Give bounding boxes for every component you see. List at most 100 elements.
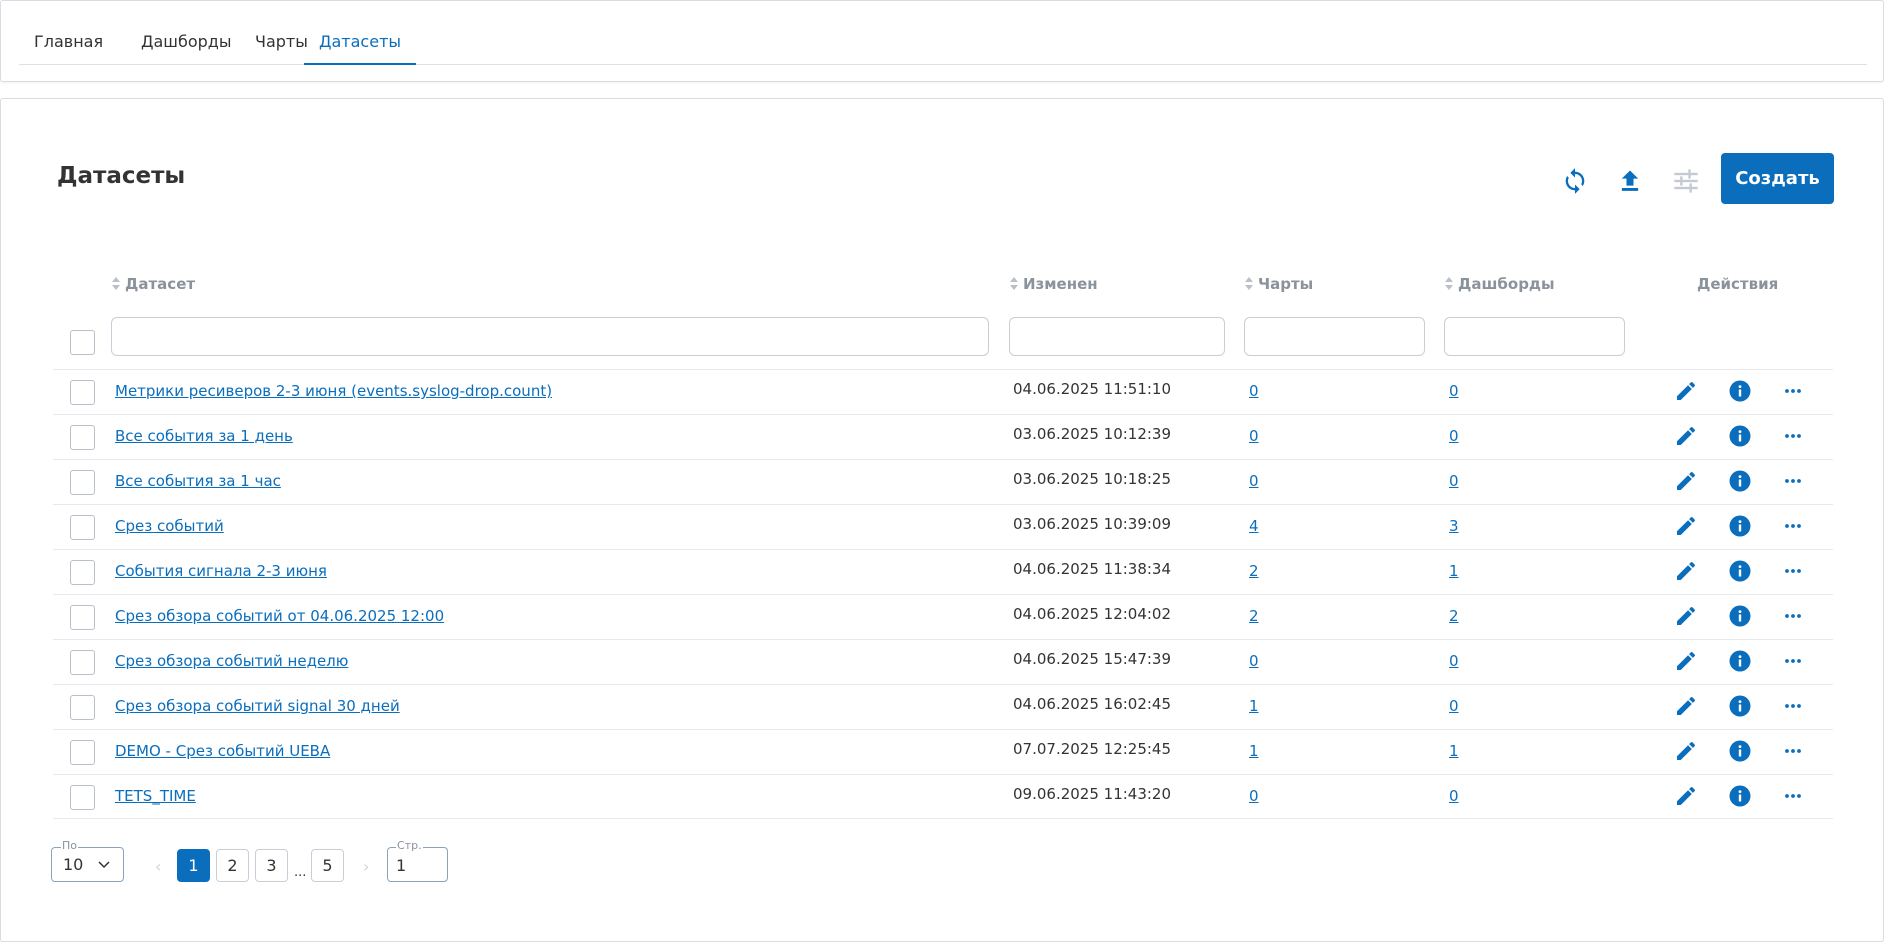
charts-count-link[interactable]: 0 <box>1249 382 1259 400</box>
more-actions-button[interactable] <box>1780 740 1806 766</box>
goto-page-field[interactable]: Стр. <box>387 840 448 882</box>
info-button[interactable] <box>1727 740 1753 766</box>
more-actions-button[interactable] <box>1780 695 1806 721</box>
dataset-name-link[interactable]: TETS_TIME <box>115 787 196 805</box>
info-button[interactable] <box>1727 650 1753 676</box>
more-actions-button[interactable] <box>1780 425 1806 451</box>
dataset-name-link[interactable]: Метрики ресиверов 2-3 июня (events.syslo… <box>115 382 552 400</box>
more-icon <box>1781 604 1805 632</box>
dataset-name-link[interactable]: Все события за 1 час <box>115 472 281 490</box>
info-button[interactable] <box>1727 560 1753 586</box>
create-button[interactable]: Создать <box>1721 153 1834 204</box>
row-checkbox[interactable] <box>70 560 95 585</box>
filter-dataset-input[interactable] <box>111 317 989 356</box>
dashboards-count-link[interactable]: 0 <box>1449 652 1459 670</box>
upload-icon <box>1621 170 1639 191</box>
info-button[interactable] <box>1727 425 1753 451</box>
dashboards-count-link[interactable]: 0 <box>1449 382 1459 400</box>
more-actions-button[interactable] <box>1780 515 1806 541</box>
page-button-1[interactable]: 1 <box>177 849 210 882</box>
tab-home[interactable]: Главная <box>19 23 118 65</box>
edit-button[interactable] <box>1673 560 1699 586</box>
next-page-button[interactable]: › <box>363 857 369 876</box>
page-button-3[interactable]: 3 <box>255 849 288 882</box>
prev-page-button[interactable]: ‹ <box>155 857 161 876</box>
edit-button[interactable] <box>1673 695 1699 721</box>
dashboards-count-link[interactable]: 1 <box>1449 562 1459 580</box>
dataset-name-link[interactable]: Срез событий <box>115 517 224 535</box>
row-checkbox[interactable] <box>70 470 95 495</box>
more-actions-button[interactable] <box>1780 785 1806 811</box>
row-checkbox[interactable] <box>70 695 95 720</box>
edit-button[interactable] <box>1673 515 1699 541</box>
pagination-ellipsis: ... <box>294 865 307 880</box>
dashboards-count-link[interactable]: 3 <box>1449 517 1459 535</box>
filter-dashboards-input[interactable] <box>1444 317 1625 356</box>
select-all-checkbox[interactable] <box>70 330 95 355</box>
modified-date: 04.06.2025 11:38:34 <box>1013 560 1172 578</box>
charts-count-link[interactable]: 2 <box>1249 562 1259 580</box>
refresh-button[interactable] <box>1557 163 1593 199</box>
edit-button[interactable] <box>1673 650 1699 676</box>
page-button-5[interactable]: 5 <box>311 849 344 882</box>
row-checkbox[interactable] <box>70 785 95 810</box>
row-checkbox[interactable] <box>70 740 95 765</box>
more-actions-button[interactable] <box>1780 605 1806 631</box>
edit-button[interactable] <box>1673 785 1699 811</box>
table-row: Все события за 1 час 03.06.2025 10:18:25 0… <box>53 459 1833 504</box>
charts-count-link[interactable]: 0 <box>1249 787 1259 805</box>
filter-modified-input[interactable] <box>1009 317 1225 356</box>
dashboards-count-link[interactable]: 2 <box>1449 607 1459 625</box>
dataset-name-link[interactable]: Срез обзора событий signal 30 дней <box>115 697 400 715</box>
per-page-select[interactable]: По 10 <box>51 840 124 882</box>
row-checkbox[interactable] <box>70 515 95 540</box>
dashboards-count-link[interactable]: 0 <box>1449 427 1459 445</box>
goto-page-input[interactable] <box>396 854 440 876</box>
tab-dashboards[interactable]: Дашборды <box>126 23 246 65</box>
filter-charts-input[interactable] <box>1244 317 1425 356</box>
edit-button[interactable] <box>1673 605 1699 631</box>
more-actions-button[interactable] <box>1780 650 1806 676</box>
more-actions-button[interactable] <box>1780 560 1806 586</box>
filter-settings-button[interactable] <box>1668 163 1704 199</box>
header-modified[interactable]: Изменен <box>1010 275 1098 293</box>
row-checkbox[interactable] <box>70 650 95 675</box>
row-checkbox[interactable] <box>70 425 95 450</box>
dashboards-count-link[interactable]: 1 <box>1449 742 1459 760</box>
charts-count-link[interactable]: 4 <box>1249 517 1259 535</box>
header-charts[interactable]: Чарты <box>1245 275 1313 293</box>
info-button[interactable] <box>1727 470 1753 496</box>
dashboards-count-link[interactable]: 0 <box>1449 697 1459 715</box>
more-actions-button[interactable] <box>1780 380 1806 406</box>
charts-count-link[interactable]: 1 <box>1249 742 1259 760</box>
tab-datasets[interactable]: Датасеты <box>304 23 417 65</box>
upload-button[interactable] <box>1612 163 1648 199</box>
dataset-name-link[interactable]: Срез обзора событий неделю <box>115 652 348 670</box>
info-button[interactable] <box>1727 785 1753 811</box>
dataset-name-link[interactable]: DEMO - Срез событий UEBA <box>115 742 330 760</box>
edit-button[interactable] <box>1673 470 1699 496</box>
charts-count-link[interactable]: 1 <box>1249 697 1259 715</box>
info-button[interactable] <box>1727 695 1753 721</box>
dashboards-count-link[interactable]: 0 <box>1449 787 1459 805</box>
info-button[interactable] <box>1727 380 1753 406</box>
page-button-2[interactable]: 2 <box>216 849 249 882</box>
row-checkbox[interactable] <box>70 605 95 630</box>
dataset-name-link[interactable]: Все события за 1 день <box>115 427 293 445</box>
row-checkbox[interactable] <box>70 380 95 405</box>
charts-count-link[interactable]: 2 <box>1249 607 1259 625</box>
dashboards-count-link[interactable]: 0 <box>1449 472 1459 490</box>
header-dashboards[interactable]: Дашборды <box>1445 275 1555 293</box>
info-button[interactable] <box>1727 515 1753 541</box>
charts-count-link[interactable]: 0 <box>1249 427 1259 445</box>
dataset-name-link[interactable]: Срез обзора событий от 04.06.2025 12:00 <box>115 607 444 625</box>
edit-button[interactable] <box>1673 740 1699 766</box>
edit-button[interactable] <box>1673 425 1699 451</box>
info-button[interactable] <box>1727 605 1753 631</box>
more-actions-button[interactable] <box>1780 470 1806 496</box>
charts-count-link[interactable]: 0 <box>1249 652 1259 670</box>
dataset-name-link[interactable]: События сигнала 2-3 июня <box>115 562 327 580</box>
edit-button[interactable] <box>1673 380 1699 406</box>
charts-count-link[interactable]: 0 <box>1249 472 1259 490</box>
header-dataset[interactable]: Датасет <box>112 275 195 293</box>
